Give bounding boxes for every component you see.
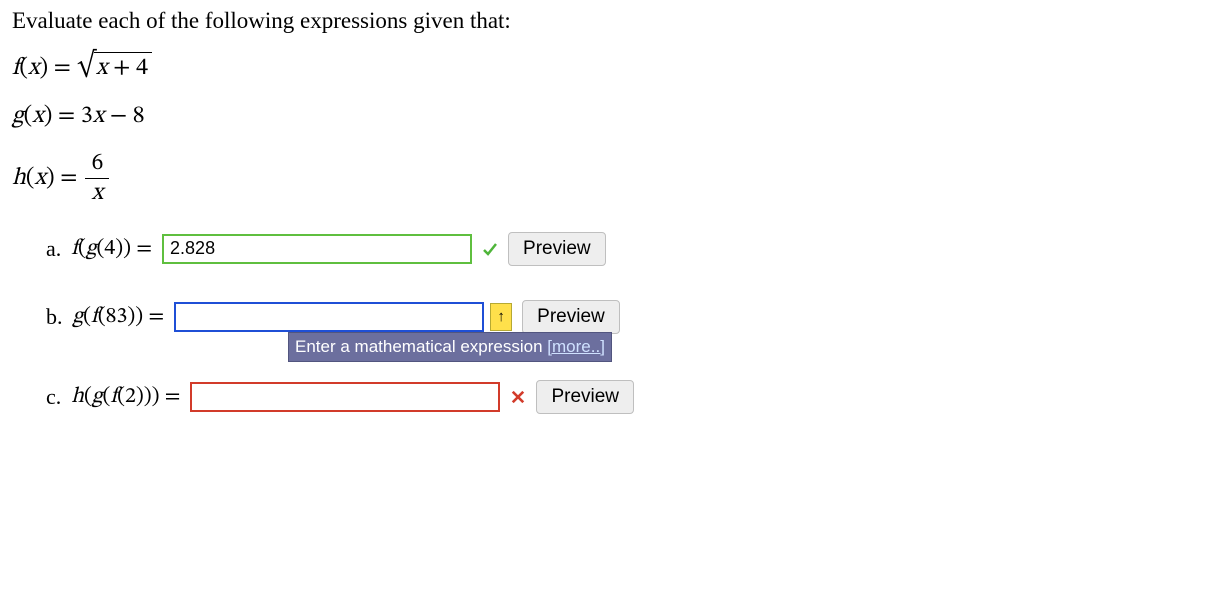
definition-h: h(x) = 6 x — [12, 149, 1208, 208]
sqrt-symbol: √ x + 4 — [77, 52, 152, 83]
preview-button-c[interactable]: Preview — [536, 380, 634, 414]
preview-button-a[interactable]: Preview — [508, 232, 606, 266]
fraction-numerator: 6 — [85, 149, 109, 179]
hint-text: Enter a mathematical expression — [295, 337, 547, 356]
answer-input-c[interactable] — [190, 382, 500, 412]
g-text: g(x) = 3x − 8 — [12, 101, 145, 131]
check-icon — [482, 241, 498, 257]
question-b-row: b. g(f(83)) = ↑ Preview Enter a mathemat… — [46, 300, 1208, 334]
hint-tooltip: Enter a mathematical expression [more..] — [288, 332, 612, 362]
prompt-text: Evaluate each of the following expressio… — [12, 8, 1208, 34]
fraction-denominator: x — [86, 179, 110, 208]
definition-f: f(x) = √ x + 4 — [12, 52, 1208, 83]
question-a-label: a. — [46, 236, 61, 262]
answer-input-a[interactable] — [162, 234, 472, 264]
fraction-icon: 6 x — [85, 149, 109, 208]
question-b-label: b. — [46, 304, 63, 330]
hint-more-link[interactable]: [more..] — [547, 337, 605, 356]
h-lhs: h(x) = — [12, 163, 77, 193]
cross-icon — [510, 389, 526, 405]
question-c-label: c. — [46, 384, 61, 410]
question-b-expr: g(f(83)) = — [73, 303, 165, 331]
answer-input-b[interactable] — [174, 302, 484, 332]
question-a-row: a. f(g(4)) = Preview — [46, 232, 1208, 266]
f-lhs: f(x) = — [12, 53, 71, 83]
question-a-expr: f(g(4)) = — [71, 235, 152, 263]
question-c-expr: h(g(f(2))) = — [71, 383, 180, 411]
preview-button-b[interactable]: Preview — [522, 300, 620, 334]
question-c-row: c. h(g(f(2))) = Preview — [46, 380, 1208, 414]
definition-g: g(x) = 3x − 8 — [12, 101, 1208, 131]
caret-up-icon[interactable]: ↑ — [490, 303, 512, 331]
